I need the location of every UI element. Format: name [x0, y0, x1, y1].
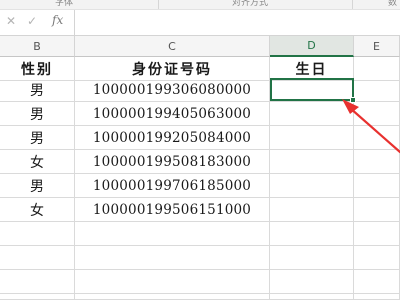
cell-empty[interactable] [0, 270, 75, 294]
cell-empty[interactable] [0, 294, 75, 300]
cell-empty[interactable] [354, 126, 400, 150]
cell-birthday[interactable] [270, 102, 354, 126]
cell-empty[interactable] [354, 174, 400, 198]
cell-gender[interactable]: 男 [0, 174, 75, 198]
table-row: 男 100000199205084000 [0, 126, 400, 150]
ribbon-group-alignment-label: 对齐方式 [232, 0, 269, 8]
cell-gender[interactable]: 女 [0, 150, 75, 174]
column-header-e[interactable]: E [354, 36, 400, 57]
table-row-empty [0, 294, 400, 300]
cell-empty[interactable] [75, 270, 270, 294]
cell-empty[interactable] [354, 150, 400, 174]
cell-birthday[interactable] [270, 198, 354, 222]
cell-empty[interactable] [0, 246, 75, 270]
insert-function-button[interactable]: fx [52, 13, 63, 27]
cell-id-number[interactable]: 100000199706185000 [75, 174, 270, 198]
table-row-empty [0, 270, 400, 294]
cell-empty[interactable] [354, 102, 400, 126]
table-row-empty [0, 246, 400, 270]
cell-empty[interactable] [354, 246, 400, 270]
cell-birthday[interactable] [270, 126, 354, 150]
table-row: 男 100000199706185000 [0, 174, 400, 198]
table-row: 女 100000199506151000 [0, 198, 400, 222]
cell-id-number[interactable]: 100000199205084000 [75, 126, 270, 150]
cell-empty[interactable] [354, 198, 400, 222]
formula-bar: ✕ ✓ fx [0, 9, 400, 36]
cell-id-number[interactable]: 100000199306080000 [75, 78, 270, 102]
column-header-b[interactable]: B [0, 36, 75, 57]
cell-gender[interactable]: 男 [0, 102, 75, 126]
cell-empty[interactable] [270, 246, 354, 270]
column-header-c[interactable]: C [75, 36, 270, 57]
cell-gender[interactable]: 男 [0, 78, 75, 102]
ribbon-group-number-label: 数 [388, 0, 398, 8]
table-row: 女 100000199508183000 [0, 150, 400, 174]
cell-empty[interactable] [354, 294, 400, 300]
check-icon[interactable]: ✓ [27, 14, 37, 28]
cancel-icon[interactable]: ✕ [6, 14, 16, 28]
active-cell-selection[interactable] [270, 78, 354, 101]
formula-input[interactable] [74, 10, 400, 36]
fill-handle[interactable] [350, 97, 356, 103]
table-row: 男 100000199405063000 [0, 102, 400, 126]
cell-id-number[interactable]: 100000199405063000 [75, 102, 270, 126]
cell-empty[interactable] [0, 222, 75, 246]
cell-empty[interactable] [75, 222, 270, 246]
cell-empty[interactable] [270, 270, 354, 294]
cell-empty[interactable] [270, 222, 354, 246]
cell-gender[interactable]: 女 [0, 198, 75, 222]
cell-birthday[interactable] [270, 174, 354, 198]
ribbon-separator [352, 0, 353, 9]
cell-birthday[interactable] [270, 150, 354, 174]
cell-empty[interactable] [354, 78, 400, 102]
ribbon-group-font-label: 字体 [55, 0, 74, 8]
cell-empty[interactable] [354, 222, 400, 246]
cell-gender[interactable]: 男 [0, 126, 75, 150]
ribbon-separator [158, 0, 159, 9]
cell-id-number[interactable]: 100000199506151000 [75, 198, 270, 222]
column-header-d[interactable]: D [270, 36, 354, 57]
cell-empty[interactable] [354, 270, 400, 294]
ribbon-strip: 字体 对齐方式 数 [0, 0, 400, 9]
cell-empty[interactable] [270, 294, 354, 300]
cell-id-number[interactable]: 100000199508183000 [75, 150, 270, 174]
table-row-empty [0, 222, 400, 246]
cell-empty[interactable] [75, 246, 270, 270]
cell-empty[interactable] [75, 294, 270, 300]
